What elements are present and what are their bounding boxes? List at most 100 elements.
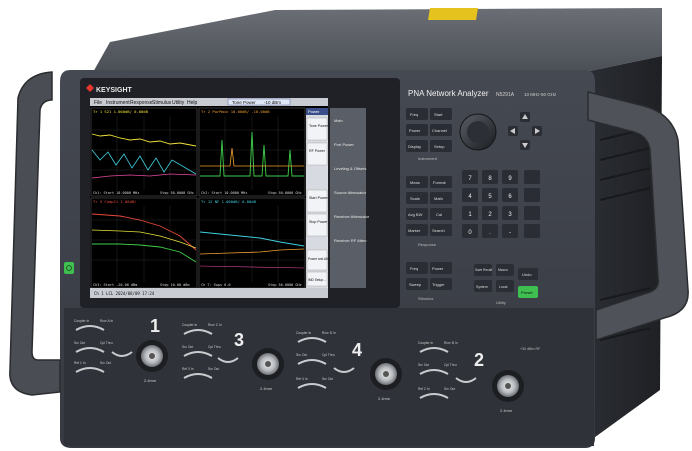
trace-stop: Stop 50.0000 GHz xyxy=(268,191,302,195)
keypad-label: - xyxy=(509,230,511,236)
hardkey-label: Channel xyxy=(432,128,447,133)
hardkey-label: Avg BW xyxy=(408,212,423,217)
connector-label: 2.4mm xyxy=(500,408,513,413)
hardkey-label: Trigger xyxy=(432,282,445,287)
trace-footer: Ch3: Start -20.00 dBm xyxy=(93,283,137,287)
undo-label: Undo xyxy=(522,272,532,277)
hardkey-label: Setup xyxy=(434,144,445,149)
preset-label: Preset xyxy=(521,290,533,295)
unit-key[interactable] xyxy=(524,206,540,220)
left-handle[interactable] xyxy=(9,71,61,396)
trace-stop: Stop 50.0000 GHz xyxy=(268,283,302,287)
screen-menu-bar: File Instrument Response Stimulus Utilit… xyxy=(94,100,198,106)
section-label: Utility xyxy=(496,300,506,305)
section-label: Instrument xyxy=(418,156,438,161)
port-number: 4 xyxy=(352,340,362,360)
softkey-label: RF Power xyxy=(309,149,326,153)
jumper-label: Src Out xyxy=(182,345,193,349)
softkey[interactable] xyxy=(306,213,328,237)
trace-panel-3[interactable]: Tr 5 Comp21 1.00dB/ Ch3: Start -20.00 dB… xyxy=(90,197,198,289)
jumper-label: Rcvr C In xyxy=(208,323,222,327)
side-label: Receiver Attenuator xyxy=(334,214,370,219)
menu-item[interactable]: Utility xyxy=(172,100,185,106)
menu-item[interactable]: Stimulus xyxy=(152,100,172,106)
power-field-label: Tone Power xyxy=(232,100,256,105)
jumper-label: Src Out xyxy=(296,353,307,357)
unit-key[interactable] xyxy=(524,170,540,184)
softkey-label: Start Power xyxy=(309,196,329,200)
unit-key[interactable] xyxy=(524,224,540,238)
trace-panel-4[interactable]: Tr 12 NF 1.000dB/ 0.00dB Ch 7: Swps 0.0 … xyxy=(198,197,306,289)
hardkey-label: Math xyxy=(434,196,443,201)
jumper-label: Coupler In xyxy=(182,323,197,327)
softkey[interactable] xyxy=(306,142,328,166)
jumper-label: Rcvr D In xyxy=(322,331,336,335)
hardkey-label: Format xyxy=(433,180,447,185)
jumper-label: Cpl Thru xyxy=(100,341,113,345)
jumper-label: Src Out xyxy=(100,361,111,365)
hardkey-label: Cal xyxy=(436,212,442,217)
jumper-label: Ref 1 In xyxy=(74,361,86,365)
jumper-label: Rcvr B In xyxy=(444,341,458,345)
port-caption: +30 dBm RF xyxy=(520,347,541,351)
side-label: Receiver RF Atten xyxy=(334,238,366,243)
menu-item[interactable]: Instrument xyxy=(106,100,130,106)
jumper-label: Cpl Thru xyxy=(208,345,221,349)
trace-panel-1[interactable]: Tr 1 S21 1.000dB/ 0.00dB Ch1: Start 10.0… xyxy=(90,107,198,197)
jumper-label: Src Out xyxy=(444,387,455,391)
softkey[interactable] xyxy=(306,117,328,141)
trace-stop: Stop 10.00 dBm xyxy=(160,283,190,287)
trace-footer: Ch 7: Swps 0.0 xyxy=(201,283,231,287)
menu-item[interactable]: File xyxy=(94,100,102,106)
hardkey-label: Meas xyxy=(410,180,420,185)
hardkey-label: Save Recall xyxy=(475,268,492,272)
menu-item[interactable]: Response xyxy=(130,100,153,106)
power-button[interactable] xyxy=(64,262,74,274)
hardkey-label: Sweep xyxy=(409,282,422,287)
hardkey-label: Freq xyxy=(410,112,418,117)
hardkey-label: Search xyxy=(432,228,445,233)
jumper-label: Ref 2 In xyxy=(418,387,430,391)
jumper-label: Coupler In xyxy=(296,331,311,335)
jumper-label: Src Out xyxy=(74,341,85,345)
unit-key[interactable] xyxy=(524,188,540,202)
hardkey-label: Local xyxy=(499,285,508,289)
side-label: Source Attenuator xyxy=(334,190,367,195)
trace-stop: Stop 50.0000 GHz xyxy=(160,191,194,195)
hardkey-label: System xyxy=(476,285,488,289)
side-label: Main xyxy=(334,118,343,123)
brand-logo: KEYSIGHT xyxy=(96,87,133,94)
model-range: 10 MHz-50 GHz xyxy=(524,92,557,97)
softkey-label: IMD Setup... xyxy=(308,278,326,282)
section-label: Response xyxy=(418,242,437,247)
jumper-label: Rcvr A In xyxy=(100,319,113,323)
menu-item[interactable]: Help xyxy=(187,100,198,106)
port-number: 3 xyxy=(234,330,244,350)
softkey[interactable] xyxy=(306,189,328,213)
jumper-label: Cpl Thru xyxy=(322,353,335,357)
connector-label: 2.4mm xyxy=(144,378,157,383)
jumper-label: Ref 3 In xyxy=(182,367,194,371)
jumper-label: Src Out xyxy=(322,377,333,381)
connector-label: 2.4mm xyxy=(260,386,273,391)
jumper-label: Cpl Thru xyxy=(444,363,457,367)
model-name: PNA Network Analyzer xyxy=(408,89,489,98)
softkey-label: Tone Power xyxy=(309,124,329,128)
power-field-value: -10 dBm xyxy=(264,100,281,105)
side-label: Leveling & Offsets xyxy=(334,166,366,171)
hardkey-label: Marker xyxy=(408,228,421,233)
softkey-label: Stop Power xyxy=(309,220,328,224)
softkey-header: Power xyxy=(308,109,320,114)
display-screen[interactable]: File Instrument Response Stimulus Utilit… xyxy=(90,98,343,298)
section-label: Stimulus xyxy=(418,296,433,301)
jumper-label: Src Out xyxy=(418,363,429,367)
connector-label: 2.4mm xyxy=(378,396,391,401)
side-label-strip xyxy=(330,108,366,288)
trace-title: Tr 2 PwrMain 10.00dB/ -10.00dB xyxy=(201,109,270,114)
trace-panel-2[interactable]: Tr 2 PwrMain 10.00dB/ -10.00dB Ch2: Star… xyxy=(198,107,306,197)
hardkey-label: Start xyxy=(434,112,443,117)
network-analyzer-photo: KEYSIGHT File Instrument Response Stimul… xyxy=(9,8,689,448)
model-number: N5291A xyxy=(496,92,515,98)
jumper-label: Src Out xyxy=(208,367,219,371)
hardkey-label: Macro xyxy=(498,268,508,272)
